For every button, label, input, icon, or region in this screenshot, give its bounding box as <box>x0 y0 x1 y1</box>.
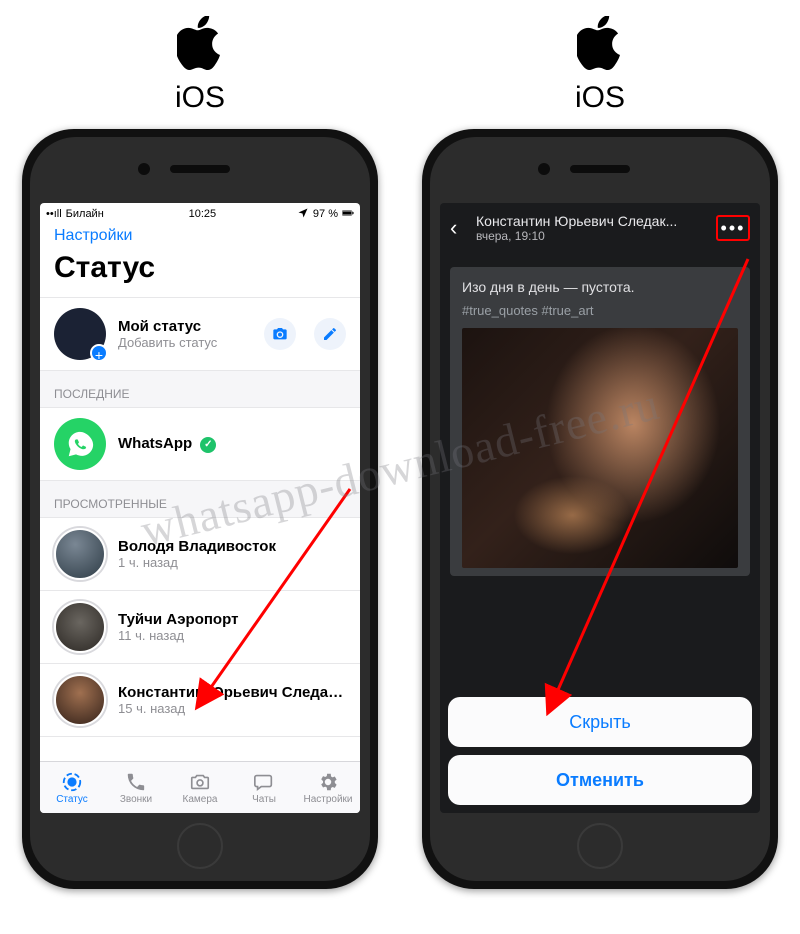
clock: 10:25 <box>189 208 217 220</box>
whatsapp-label: WhatsApp <box>118 435 192 452</box>
page-title: Статус <box>40 247 360 297</box>
verified-icon: ✓ <box>200 437 216 453</box>
tab-camera[interactable]: Камера <box>168 762 232 813</box>
contact-name: Константин Юрьевич Следак... <box>118 684 346 701</box>
hide-button[interactable]: Скрыть <box>448 697 752 747</box>
story-header: ‹ Константин Юрьевич Следак... вчера, 19… <box>440 203 760 249</box>
contact-name: Володя Владивосток <box>118 538 346 555</box>
status-item[interactable]: Константин Юрьевич Следак... 15 ч. назад <box>40 664 360 737</box>
apple-logo-icon <box>177 16 223 75</box>
contact-avatar <box>54 674 106 726</box>
cancel-button[interactable]: Отменить <box>448 755 752 805</box>
my-status-avatar: + <box>54 308 106 360</box>
ios-status-bar: ••ıll Билайн 10:25 97 % <box>40 203 360 225</box>
battery-icon <box>342 207 354 222</box>
screen-status-list: ••ıll Билайн 10:25 97 % <box>40 203 360 813</box>
tab-label: Звонки <box>120 794 152 805</box>
plus-icon: + <box>90 344 108 362</box>
contact-avatar <box>54 528 106 580</box>
phone-frame-left: ••ıll Билайн 10:25 97 % <box>22 129 378 889</box>
phone-frame-right: ‹ Константин Юрьевич Следак... вчера, 19… <box>422 129 778 889</box>
story-tags: #true_quotes #true_art <box>462 303 738 318</box>
ios-label: iOS <box>575 81 625 115</box>
battery-label: 97 % <box>313 208 338 220</box>
action-sheet: Скрыть Отменить <box>448 697 752 805</box>
tab-label: Статус <box>56 794 88 805</box>
contact-name: Туйчи Аэропорт <box>118 611 346 628</box>
back-chevron-icon[interactable]: ‹ <box>450 215 472 241</box>
status-item[interactable]: Туйчи Аэропорт 11 ч. назад <box>40 591 360 664</box>
tab-status[interactable]: Статус <box>40 762 104 813</box>
my-status-row[interactable]: + Мой статус Добавить статус <box>40 297 360 371</box>
edit-status-button[interactable] <box>314 318 346 350</box>
status-item[interactable]: Володя Владивосток 1 ч. назад <box>40 517 360 591</box>
signal-icon: ••ıll <box>46 208 62 220</box>
nav-back-settings[interactable]: Настройки <box>40 225 360 247</box>
carrier-label: Билайн <box>66 208 104 220</box>
tab-settings[interactable]: Настройки <box>296 762 360 813</box>
tab-chats[interactable]: Чаты <box>232 762 296 813</box>
home-button[interactable] <box>577 823 623 869</box>
story-time: вчера, 19:10 <box>476 229 716 243</box>
story-author: Константин Юрьевич Следак... <box>476 213 716 229</box>
my-status-sub: Добавить статус <box>118 335 264 350</box>
contact-avatar <box>54 601 106 653</box>
section-viewed: ПРОСМОТРЕННЫЕ <box>40 481 360 517</box>
contact-time: 11 ч. назад <box>118 628 346 643</box>
apple-logo-icon <box>577 16 623 75</box>
section-recent: ПОСЛЕДНИЕ <box>40 371 360 407</box>
whatsapp-status-row[interactable]: WhatsApp ✓ <box>40 407 360 481</box>
tab-label: Чаты <box>252 794 276 805</box>
ios-label: iOS <box>175 81 225 115</box>
contact-time: 15 ч. назад <box>118 701 346 716</box>
story-image <box>462 328 738 568</box>
home-button[interactable] <box>177 823 223 869</box>
story-text: Изо дня в день — пустота. <box>462 279 738 295</box>
location-icon <box>297 207 309 222</box>
camera-status-button[interactable] <box>264 318 296 350</box>
tab-bar: Статус Звонки Камера Чаты <box>40 761 360 813</box>
tab-label: Настройки <box>303 794 352 805</box>
contact-time: 1 ч. назад <box>118 555 346 570</box>
more-button[interactable]: ••• <box>716 215 750 241</box>
tab-label: Камера <box>183 794 218 805</box>
story-content[interactable]: Изо дня в день — пустота. #true_quotes #… <box>450 267 750 576</box>
tab-calls[interactable]: Звонки <box>104 762 168 813</box>
whatsapp-icon <box>54 418 106 470</box>
screen-story-viewer: ‹ Константин Юрьевич Следак... вчера, 19… <box>440 203 760 813</box>
my-status-title: Мой статус <box>118 318 264 335</box>
